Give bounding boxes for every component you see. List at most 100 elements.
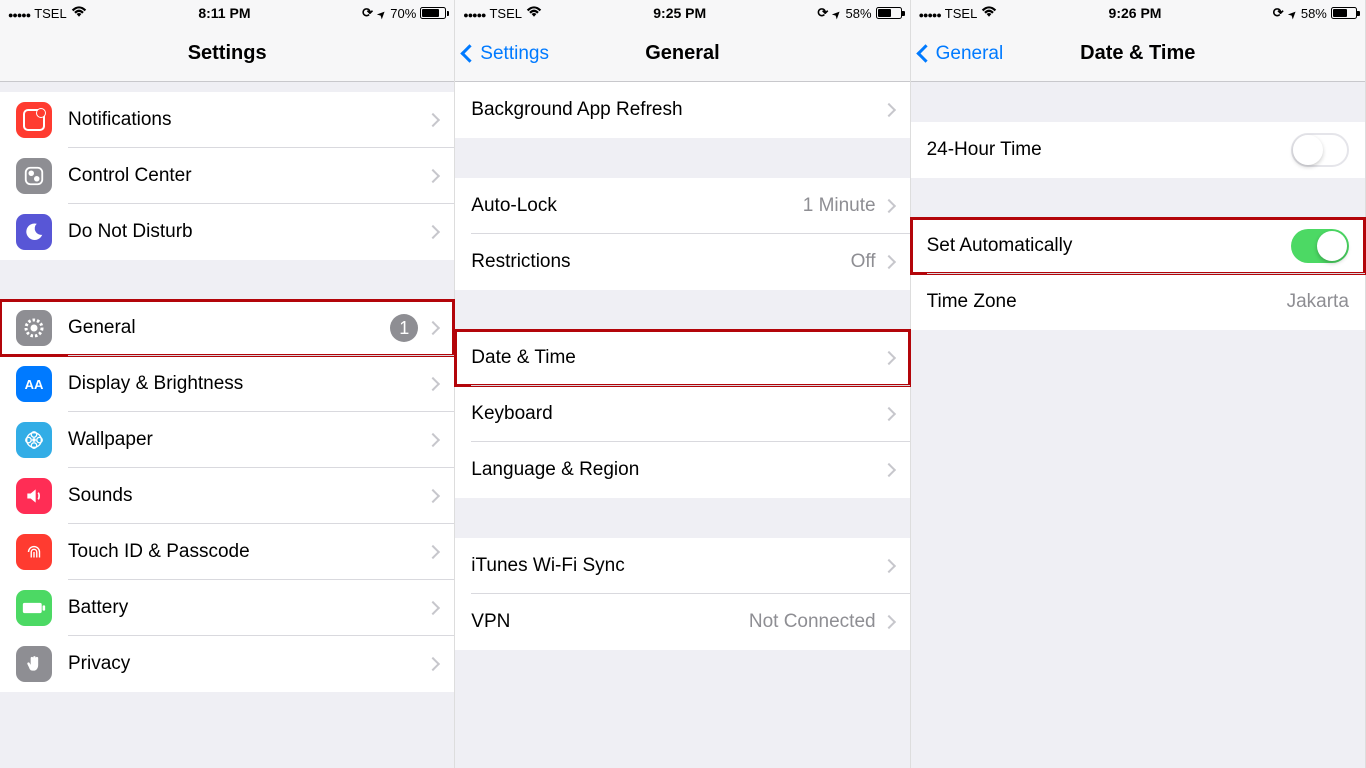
signal-dots-icon <box>8 6 30 21</box>
navbar: Settings General <box>455 26 909 82</box>
carrier-label: TSEL <box>945 6 978 21</box>
row-notifications[interactable]: Notifications <box>0 92 454 148</box>
row-keyboard[interactable]: Keyboard <box>455 386 909 442</box>
battery-icon <box>876 7 902 19</box>
battery-percent: 70% <box>390 6 416 21</box>
row-label: Keyboard <box>471 403 883 425</box>
control-center-icon <box>16 158 52 194</box>
screen-date-time: TSEL 9:26 PM 58% General Date & Time 24-… <box>911 0 1366 768</box>
back-button[interactable]: Settings <box>455 43 549 65</box>
carrier-label: TSEL <box>489 6 522 21</box>
row-privacy[interactable]: Privacy <box>0 636 454 692</box>
chevron-left-icon <box>916 44 934 62</box>
fingerprint-icon <box>16 534 52 570</box>
back-label: Settings <box>480 43 549 65</box>
row-value: Off <box>851 251 876 273</box>
screen-settings: TSEL 8:11 PM 70% Settings Notifications … <box>0 0 455 768</box>
row-restrictions[interactable]: Restrictions Off <box>455 234 909 290</box>
badge-count: 1 <box>390 314 418 342</box>
status-time: 9:25 PM <box>653 5 706 21</box>
page-title: Settings <box>0 42 454 65</box>
speaker-icon <box>16 478 52 514</box>
location-icon <box>377 6 386 21</box>
row-sounds[interactable]: Sounds <box>0 468 454 524</box>
wifi-icon <box>981 6 997 21</box>
chevron-right-icon <box>882 255 896 269</box>
row-label: Set Automatically <box>927 235 1291 257</box>
row-date-time[interactable]: Date & Time <box>455 330 909 386</box>
row-label: Date & Time <box>471 347 883 369</box>
row-set-automatically[interactable]: Set Automatically <box>911 218 1365 274</box>
chevron-right-icon <box>882 407 896 421</box>
row-label: Touch ID & Passcode <box>68 541 428 563</box>
chevron-right-icon <box>882 463 896 477</box>
row-label: Display & Brightness <box>68 373 428 395</box>
row-label: Control Center <box>68 165 428 187</box>
row-label: Time Zone <box>927 291 1287 313</box>
location-icon <box>1288 6 1297 21</box>
row-bg-app-refresh[interactable]: Background App Refresh <box>455 82 909 138</box>
location-icon <box>832 6 841 21</box>
row-value: Not Connected <box>749 611 876 633</box>
battery-percent: 58% <box>1301 6 1327 21</box>
chevron-right-icon <box>426 545 440 559</box>
row-time-zone[interactable]: Time Zone Jakarta <box>911 274 1365 330</box>
row-label: Wallpaper <box>68 429 428 451</box>
row-general[interactable]: General 1 <box>0 300 454 356</box>
battery-icon <box>16 590 52 626</box>
notifications-icon <box>16 102 52 138</box>
row-label: Battery <box>68 597 428 619</box>
row-language-region[interactable]: Language & Region <box>455 442 909 498</box>
status-bar: TSEL 9:26 PM 58% <box>911 0 1365 26</box>
row-control-center[interactable]: Control Center <box>0 148 454 204</box>
row-label: Language & Region <box>471 459 883 481</box>
chevron-right-icon <box>426 113 440 127</box>
chevron-right-icon <box>882 559 896 573</box>
status-time: 9:26 PM <box>1109 5 1162 21</box>
hand-icon <box>16 646 52 682</box>
row-label: iTunes Wi-Fi Sync <box>471 555 883 577</box>
row-wallpaper[interactable]: Wallpaper <box>0 412 454 468</box>
status-time: 8:11 PM <box>198 5 250 21</box>
row-do-not-disturb[interactable]: Do Not Disturb <box>0 204 454 260</box>
back-button[interactable]: General <box>911 43 1004 65</box>
moon-icon <box>16 214 52 250</box>
orientation-lock-icon <box>362 5 373 21</box>
status-bar: TSEL 8:11 PM 70% <box>0 0 454 26</box>
screen-general: TSEL 9:25 PM 58% Settings General Backgr… <box>455 0 910 768</box>
row-itunes-wifi-sync[interactable]: iTunes Wi-Fi Sync <box>455 538 909 594</box>
chevron-right-icon <box>426 433 440 447</box>
row-vpn[interactable]: VPN Not Connected <box>455 594 909 650</box>
signal-dots-icon <box>919 6 941 21</box>
row-battery[interactable]: Battery <box>0 580 454 636</box>
row-label: Sounds <box>68 485 428 507</box>
wifi-icon <box>71 6 87 21</box>
row-label: Auto-Lock <box>471 195 802 217</box>
signal-dots-icon <box>463 6 485 21</box>
row-display-brightness[interactable]: AA Display & Brightness <box>0 356 454 412</box>
back-label: General <box>936 43 1004 65</box>
row-24-hour-time[interactable]: 24-Hour Time <box>911 122 1365 178</box>
toggle-24-hour[interactable] <box>1291 133 1349 167</box>
row-label: Restrictions <box>471 251 850 273</box>
row-auto-lock[interactable]: Auto-Lock 1 Minute <box>455 178 909 234</box>
row-label: Privacy <box>68 653 428 675</box>
row-touch-id[interactable]: Touch ID & Passcode <box>0 524 454 580</box>
chevron-right-icon <box>426 321 440 335</box>
toggle-set-automatically[interactable] <box>1291 229 1349 263</box>
battery-icon <box>420 7 446 19</box>
carrier-label: TSEL <box>34 6 67 21</box>
chevron-right-icon <box>426 169 440 183</box>
wifi-icon <box>526 6 542 21</box>
chevron-right-icon <box>426 489 440 503</box>
empty-area <box>911 330 1365 768</box>
battery-percent: 58% <box>846 6 872 21</box>
row-label: VPN <box>471 611 749 633</box>
row-label: Do Not Disturb <box>68 221 428 243</box>
row-value: Jakarta <box>1287 291 1349 313</box>
chevron-right-icon <box>426 225 440 239</box>
chevron-right-icon <box>426 377 440 391</box>
row-label: Notifications <box>68 109 428 131</box>
row-label: Background App Refresh <box>471 99 883 121</box>
row-label: General <box>68 317 390 339</box>
